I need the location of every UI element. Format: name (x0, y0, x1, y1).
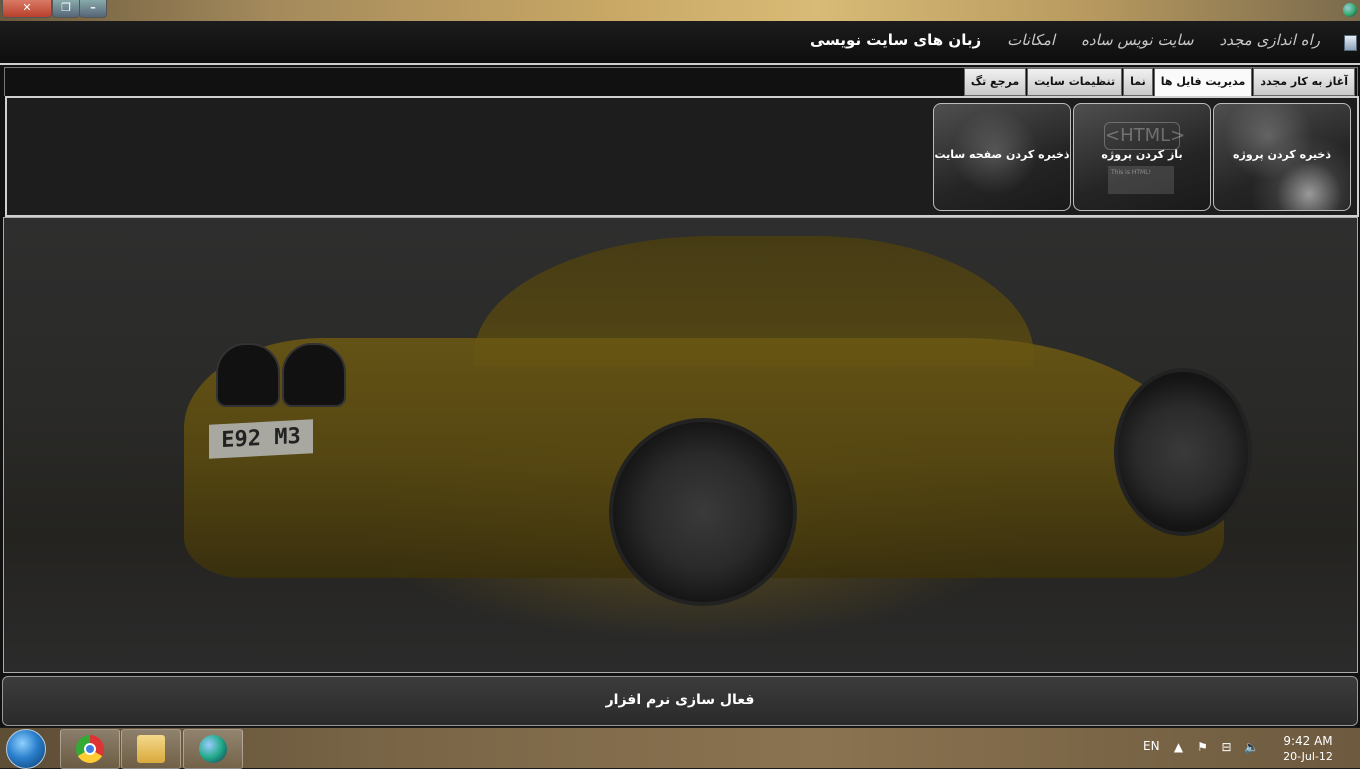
app-window: زبان های سایت نویسی امکانات سایت نویس سا… (0, 21, 1360, 727)
close-button[interactable]: ✕ (2, 0, 52, 18)
restore-button[interactable]: ❐ (52, 0, 80, 18)
main-menu: زبان های سایت نویسی امکانات سایت نویس سا… (810, 31, 1320, 49)
car-rear-wheel (1114, 368, 1252, 536)
language-indicator[interactable]: EN (1143, 739, 1160, 753)
car-grille-right (282, 343, 346, 407)
save-page-button[interactable]: ذخیره کردن صفحه سایت (933, 103, 1071, 211)
menu-restart[interactable]: راه اندازی مجدد (1220, 31, 1320, 49)
app-document-icon (1344, 35, 1357, 51)
taskbar: EN ▲ ⚑ ⊟ 🔈 9:42 AM 20-Jul-12 (0, 728, 1360, 769)
minimize-button[interactable]: – (79, 0, 107, 18)
car-grille-left (216, 343, 280, 407)
explorer-icon (137, 735, 165, 763)
start-button[interactable] (6, 729, 46, 769)
clock-time: 9:42 AM (1283, 734, 1333, 748)
tab-view[interactable]: نما (1123, 68, 1153, 96)
menu-languages[interactable]: زبان های سایت نویسی (810, 31, 981, 49)
tab-bar: آغاز به کار مجدد مدیریت فایل ها نما تنظی… (4, 67, 1358, 97)
tab-tag-reference[interactable]: مرجع تگ (963, 68, 1027, 96)
globe-icon (1343, 3, 1357, 17)
taskbar-explorer[interactable] (121, 729, 181, 769)
tab-file-management[interactable]: مدیریت فایل ها (1153, 68, 1253, 97)
up-arrow-icon[interactable]: ▲ (1172, 740, 1185, 754)
save-page-label: ذخیره کردن صفحه سایت (934, 148, 1070, 161)
open-project-label: باز کردن پروژه (1101, 148, 1183, 161)
chrome-icon (76, 735, 104, 763)
car-front-wheel (609, 418, 797, 606)
html-badge-icon: <HTML> (1104, 122, 1185, 150)
ribbon-panel: ذخیره کردن پروژه <HTML> This is HTML! با… (5, 96, 1359, 217)
system-clock[interactable]: 9:42 AM 20-Jul-12 (1278, 733, 1338, 765)
network-app-icon (199, 735, 227, 763)
open-project-button[interactable]: <HTML> This is HTML! باز کردن پروژه (1073, 103, 1211, 211)
menu-features[interactable]: امکانات (1007, 31, 1055, 49)
taskbar-chrome[interactable] (60, 729, 120, 769)
menu-simple-site-builder[interactable]: سایت نویس ساده (1081, 31, 1193, 49)
license-plate: E92 M3 (209, 419, 313, 459)
activate-software-button[interactable]: فعال سازی نرم افزار (2, 676, 1358, 726)
desktop-wallpaper-strip (0, 0, 1360, 22)
tab-restart[interactable]: آغاز به کار مجدد (1253, 68, 1355, 96)
network-icon[interactable]: ⊟ (1220, 740, 1233, 754)
flag-icon[interactable]: ⚑ (1196, 740, 1209, 754)
volume-icon[interactable]: 🔈 (1244, 740, 1259, 754)
preview-stage: E92 M3 (3, 217, 1358, 673)
save-project-label: ذخیره کردن پروژه (1233, 148, 1331, 161)
title-bar: زبان های سایت نویسی امکانات سایت نویس سا… (0, 21, 1360, 65)
taskbar-network-app[interactable] (183, 729, 243, 769)
clock-date: 20-Jul-12 (1283, 750, 1333, 763)
tab-site-settings[interactable]: تنظیمات سایت (1027, 68, 1123, 96)
save-project-button[interactable]: ذخیره کردن پروژه (1213, 103, 1351, 211)
html-note: This is HTML! (1108, 166, 1174, 194)
